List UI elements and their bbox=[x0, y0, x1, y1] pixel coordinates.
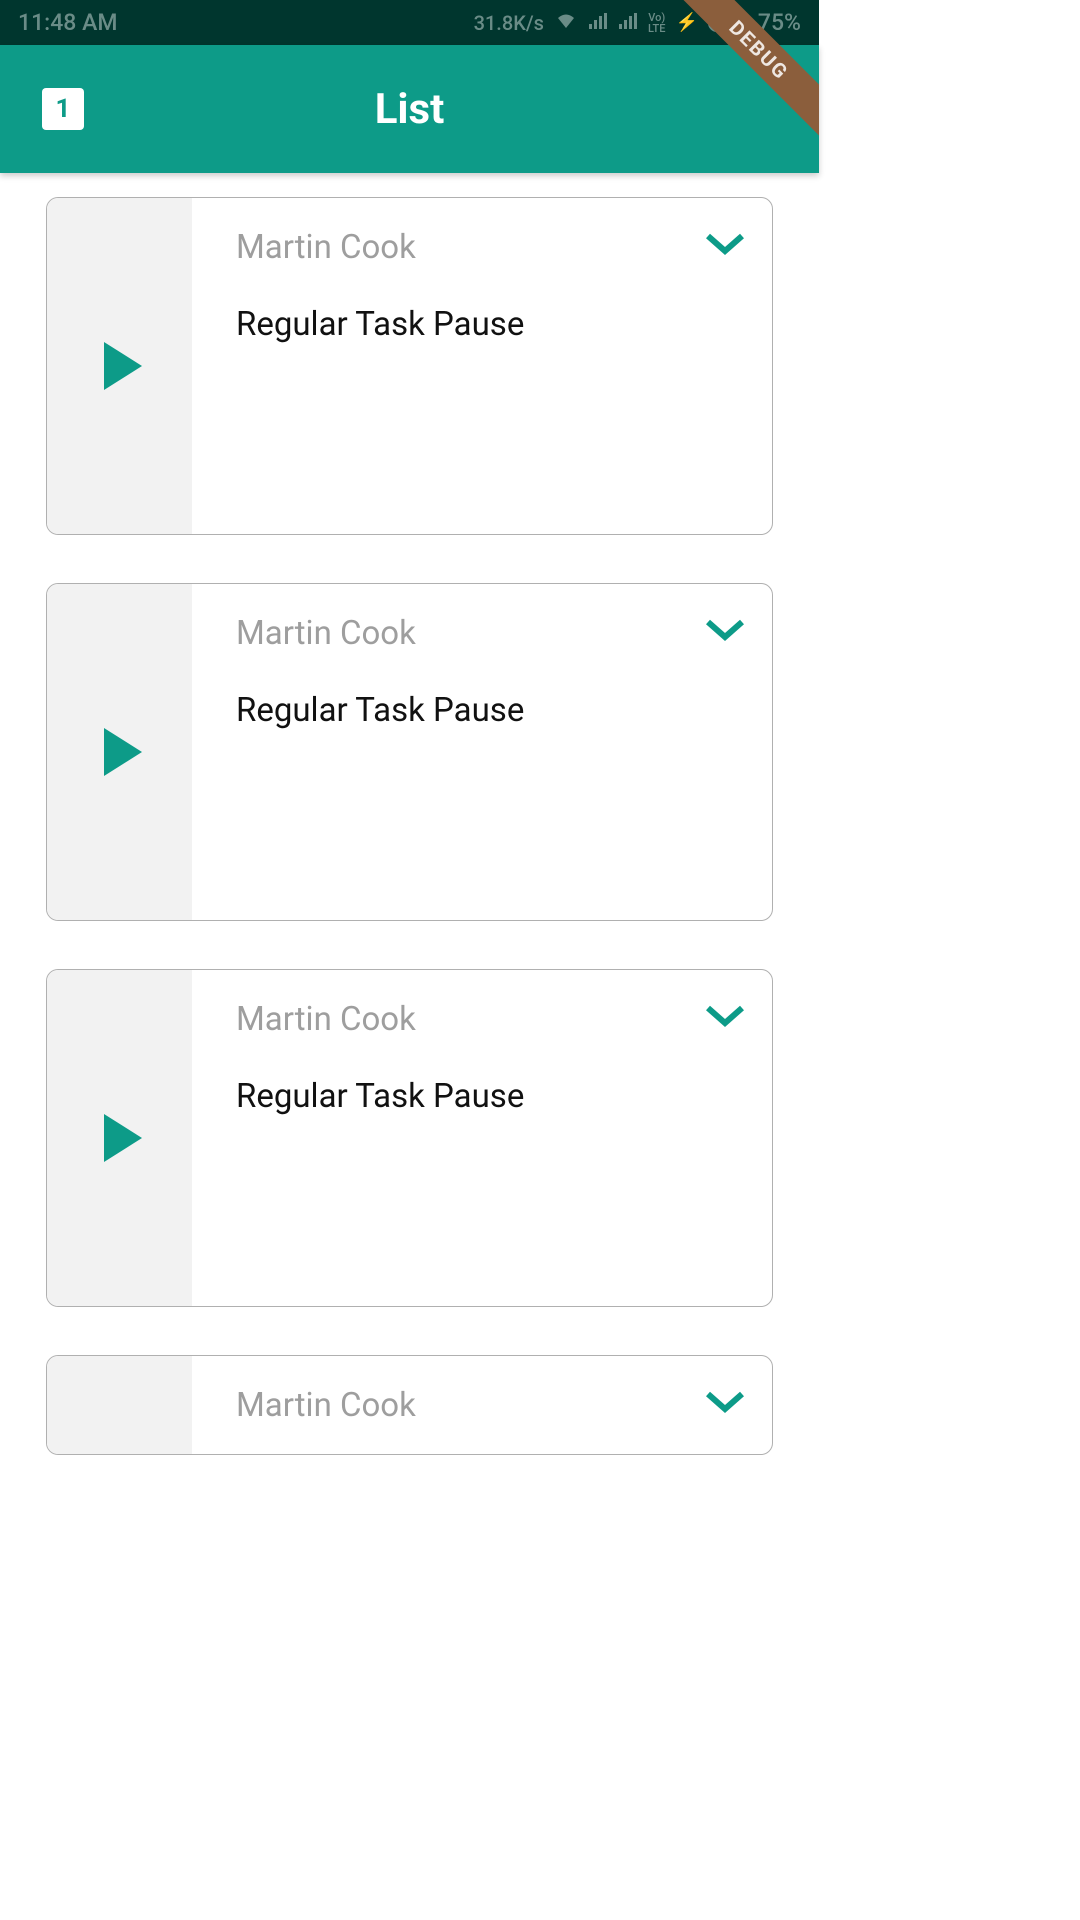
card-content: Martin Cook Regular Task Pause bbox=[192, 198, 772, 534]
page-title: List bbox=[375, 85, 445, 134]
play-icon bbox=[104, 728, 142, 776]
card-content: Martin Cook Regular Task Pause bbox=[192, 970, 772, 1306]
item-task: Regular Task Pause bbox=[236, 1077, 744, 1116]
play-button[interactable] bbox=[47, 584, 192, 920]
signal-icon bbox=[588, 9, 608, 36]
item-task: Regular Task Pause bbox=[236, 305, 744, 344]
expand-button[interactable] bbox=[704, 618, 746, 642]
expand-button[interactable] bbox=[704, 1004, 746, 1028]
list-container: Martin Cook Regular Task Pause Martin Co… bbox=[0, 173, 819, 1479]
expand-button[interactable] bbox=[704, 232, 746, 256]
battery-percent: 75% bbox=[758, 9, 801, 36]
item-task: Regular Task Pause bbox=[236, 691, 744, 730]
status-bar: 11:48 AM 31.8K/s Vo) LTE ⚡ 75% bbox=[0, 0, 819, 45]
card-content: Martin Cook bbox=[192, 1356, 772, 1454]
battery-icon bbox=[708, 14, 748, 32]
chevron-down-icon bbox=[704, 1004, 746, 1028]
play-icon bbox=[104, 342, 142, 390]
item-name: Martin Cook bbox=[236, 614, 744, 653]
play-button[interactable] bbox=[47, 1356, 192, 1454]
status-time: 11:48 AM bbox=[18, 9, 117, 36]
app-bar: 1 List bbox=[0, 45, 819, 173]
expand-button[interactable] bbox=[704, 1390, 746, 1414]
list-item[interactable]: Martin Cook Regular Task Pause bbox=[46, 197, 773, 535]
charging-icon: ⚡ bbox=[675, 12, 697, 33]
chevron-down-icon bbox=[704, 232, 746, 256]
chevron-down-icon bbox=[704, 1390, 746, 1414]
card-content: Martin Cook Regular Task Pause bbox=[192, 584, 772, 920]
network-speed: 31.8K/s bbox=[474, 11, 544, 35]
item-name: Martin Cook bbox=[236, 1386, 744, 1425]
item-name: Martin Cook bbox=[236, 228, 744, 267]
signal-icon-2 bbox=[618, 9, 638, 36]
play-button[interactable] bbox=[47, 970, 192, 1306]
list-item[interactable]: Martin Cook Regular Task Pause bbox=[46, 583, 773, 921]
play-icon bbox=[104, 1114, 142, 1162]
volte-icon: Vo) LTE bbox=[648, 12, 666, 34]
status-right: 31.8K/s Vo) LTE ⚡ 75% bbox=[474, 9, 801, 36]
chevron-down-icon bbox=[704, 618, 746, 642]
list-item[interactable]: Martin Cook Regular Task Pause bbox=[46, 969, 773, 1307]
app-icon-badge[interactable]: 1 bbox=[42, 88, 84, 130]
item-name: Martin Cook bbox=[236, 1000, 744, 1039]
list-item[interactable]: Martin Cook bbox=[46, 1355, 773, 1455]
play-button[interactable] bbox=[47, 198, 192, 534]
wifi-icon bbox=[554, 9, 578, 36]
